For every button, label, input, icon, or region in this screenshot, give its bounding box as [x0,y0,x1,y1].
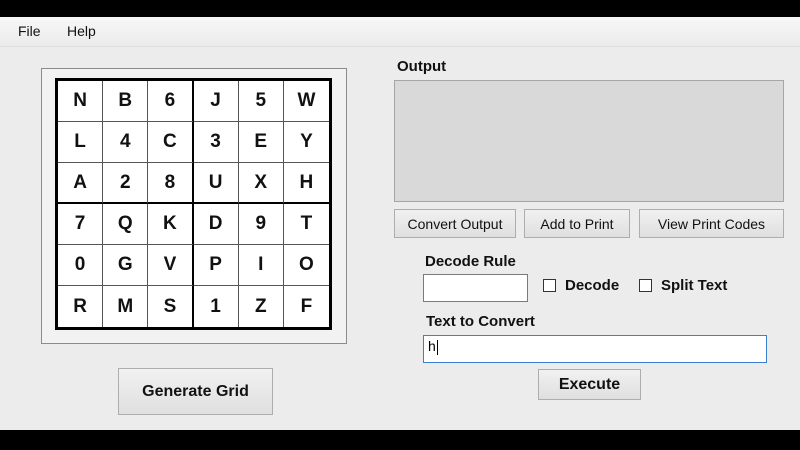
grid-cell: N [58,81,104,122]
grid-cell: Z [239,286,284,327]
text-to-convert-label: Text to Convert [426,313,535,330]
cipher-grid: NB6J5W L4C3EY A28UXH 7QKD9T 0GVPIO RMS1ZF [55,78,332,330]
grid-cell: O [283,245,329,286]
decode-checkbox[interactable] [543,279,556,292]
grid-cell: I [238,245,284,286]
grid-cell: 9 [238,204,284,245]
decode-checkbox-label: Decode [565,277,620,294]
grid-cell: E [238,122,284,163]
grid-cell: U [193,163,239,204]
decode-rule-input[interactable] [423,274,528,302]
decode-checkbox-row[interactable]: Decode [543,277,619,294]
text-to-convert-input[interactable]: h [423,335,767,363]
grid-cell: T [283,204,329,245]
split-text-checkbox[interactable] [639,279,652,292]
grid-cell: P [193,245,239,286]
grid-cell: W [283,81,329,122]
grid-cell: 2 [103,163,149,204]
grid-cell: Q [103,204,149,245]
grid-cell: S [148,286,194,327]
grid-cell: 1 [194,286,239,327]
menu-file[interactable]: File [18,23,41,39]
generate-grid-button[interactable]: Generate Grid [118,368,273,415]
output-label: Output [397,58,447,75]
grid-cell: 0 [58,245,104,286]
menu-help[interactable]: Help [67,23,96,39]
text-caret [436,339,438,355]
grid-cell: K [148,204,194,245]
grid-cell: J [193,81,239,122]
grid-cell: 5 [238,81,284,122]
grid-cell: 7 [58,204,104,245]
grid-cell: F [300,295,313,317]
grid-cell: G [103,245,149,286]
grid-cell: 3 [193,122,239,163]
split-text-checkbox-label: Split Text [661,277,728,294]
decode-rule-label: Decode Rule [425,253,516,270]
grid-cell: V [148,245,194,286]
grid-cell: A [58,163,104,204]
add-to-print-button[interactable]: Add to Print [524,209,630,238]
grid-cell: 6 [148,81,194,122]
grid-cell: 4 [103,122,149,163]
view-print-codes-button[interactable]: View Print Codes [639,209,784,238]
grid-cell: C [148,122,194,163]
execute-button[interactable]: Execute [538,369,641,400]
grid-cell: Y [283,122,329,163]
grid-cell: R [58,286,104,327]
text-to-convert-value: h [428,338,436,354]
grid-cell: 8 [148,163,194,204]
grid-cell: B [103,81,149,122]
split-text-checkbox-row[interactable]: Split Text [639,277,727,294]
grid-cell: M [103,286,149,327]
output-textarea[interactable] [394,80,784,202]
grid-cell: D [193,204,239,245]
grid-cell: L [58,122,104,163]
convert-output-button[interactable]: Convert Output [394,209,516,238]
grid-cell: X [238,163,284,204]
grid-cell: H [283,163,329,204]
menu-bar: File Help [0,17,800,47]
